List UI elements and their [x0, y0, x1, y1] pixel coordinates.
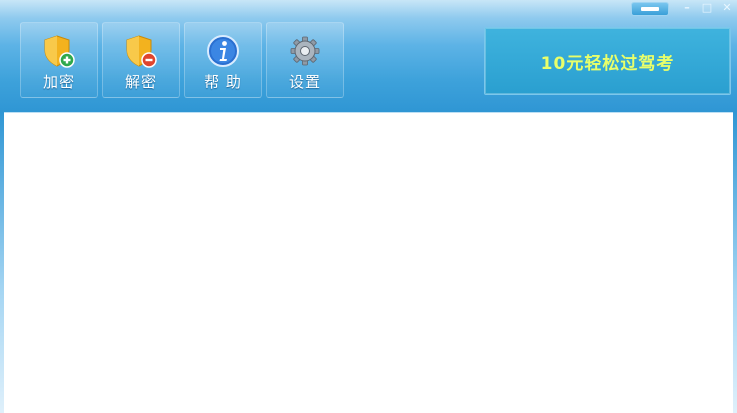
skin-icon	[641, 7, 659, 11]
settings-label: 设置	[288, 73, 321, 91]
skin-button[interactable]	[631, 2, 669, 16]
window-controls: – □ ✕	[631, 0, 737, 20]
encrypt-button[interactable]: 加密	[20, 22, 98, 98]
encrypt-label: 加密	[42, 73, 75, 91]
window-right-border	[733, 112, 737, 413]
decrypt-button[interactable]: 解密	[102, 22, 180, 98]
help-button[interactable]: 帮 助	[184, 22, 262, 98]
maximize-button[interactable]: □	[697, 0, 717, 16]
file-list-area[interactable]	[4, 112, 733, 413]
gear-icon	[290, 36, 320, 66]
decrypt-label: 解密	[124, 73, 157, 91]
top-toolbar-area: – □ ✕ 加密 解密 帮 助 设置 10元轻松过驾考	[0, 0, 737, 112]
app-window: – □ ✕ 加密 解密 帮 助 设置 10元轻松过驾考	[0, 0, 737, 413]
settings-button[interactable]: 设置	[266, 22, 344, 98]
close-button[interactable]: ✕	[717, 0, 737, 16]
shield-minus-icon	[126, 35, 157, 68]
promo-banner[interactable]: 10元轻松过驾考	[484, 27, 731, 95]
info-icon	[207, 35, 239, 67]
promo-banner-text: 10元轻松过驾考	[540, 53, 675, 74]
toolbar: 加密 解密 帮 助 设置	[20, 22, 344, 98]
shield-plus-icon	[44, 35, 75, 68]
minimize-button[interactable]: –	[677, 0, 697, 16]
help-label: 帮 助	[204, 73, 242, 91]
